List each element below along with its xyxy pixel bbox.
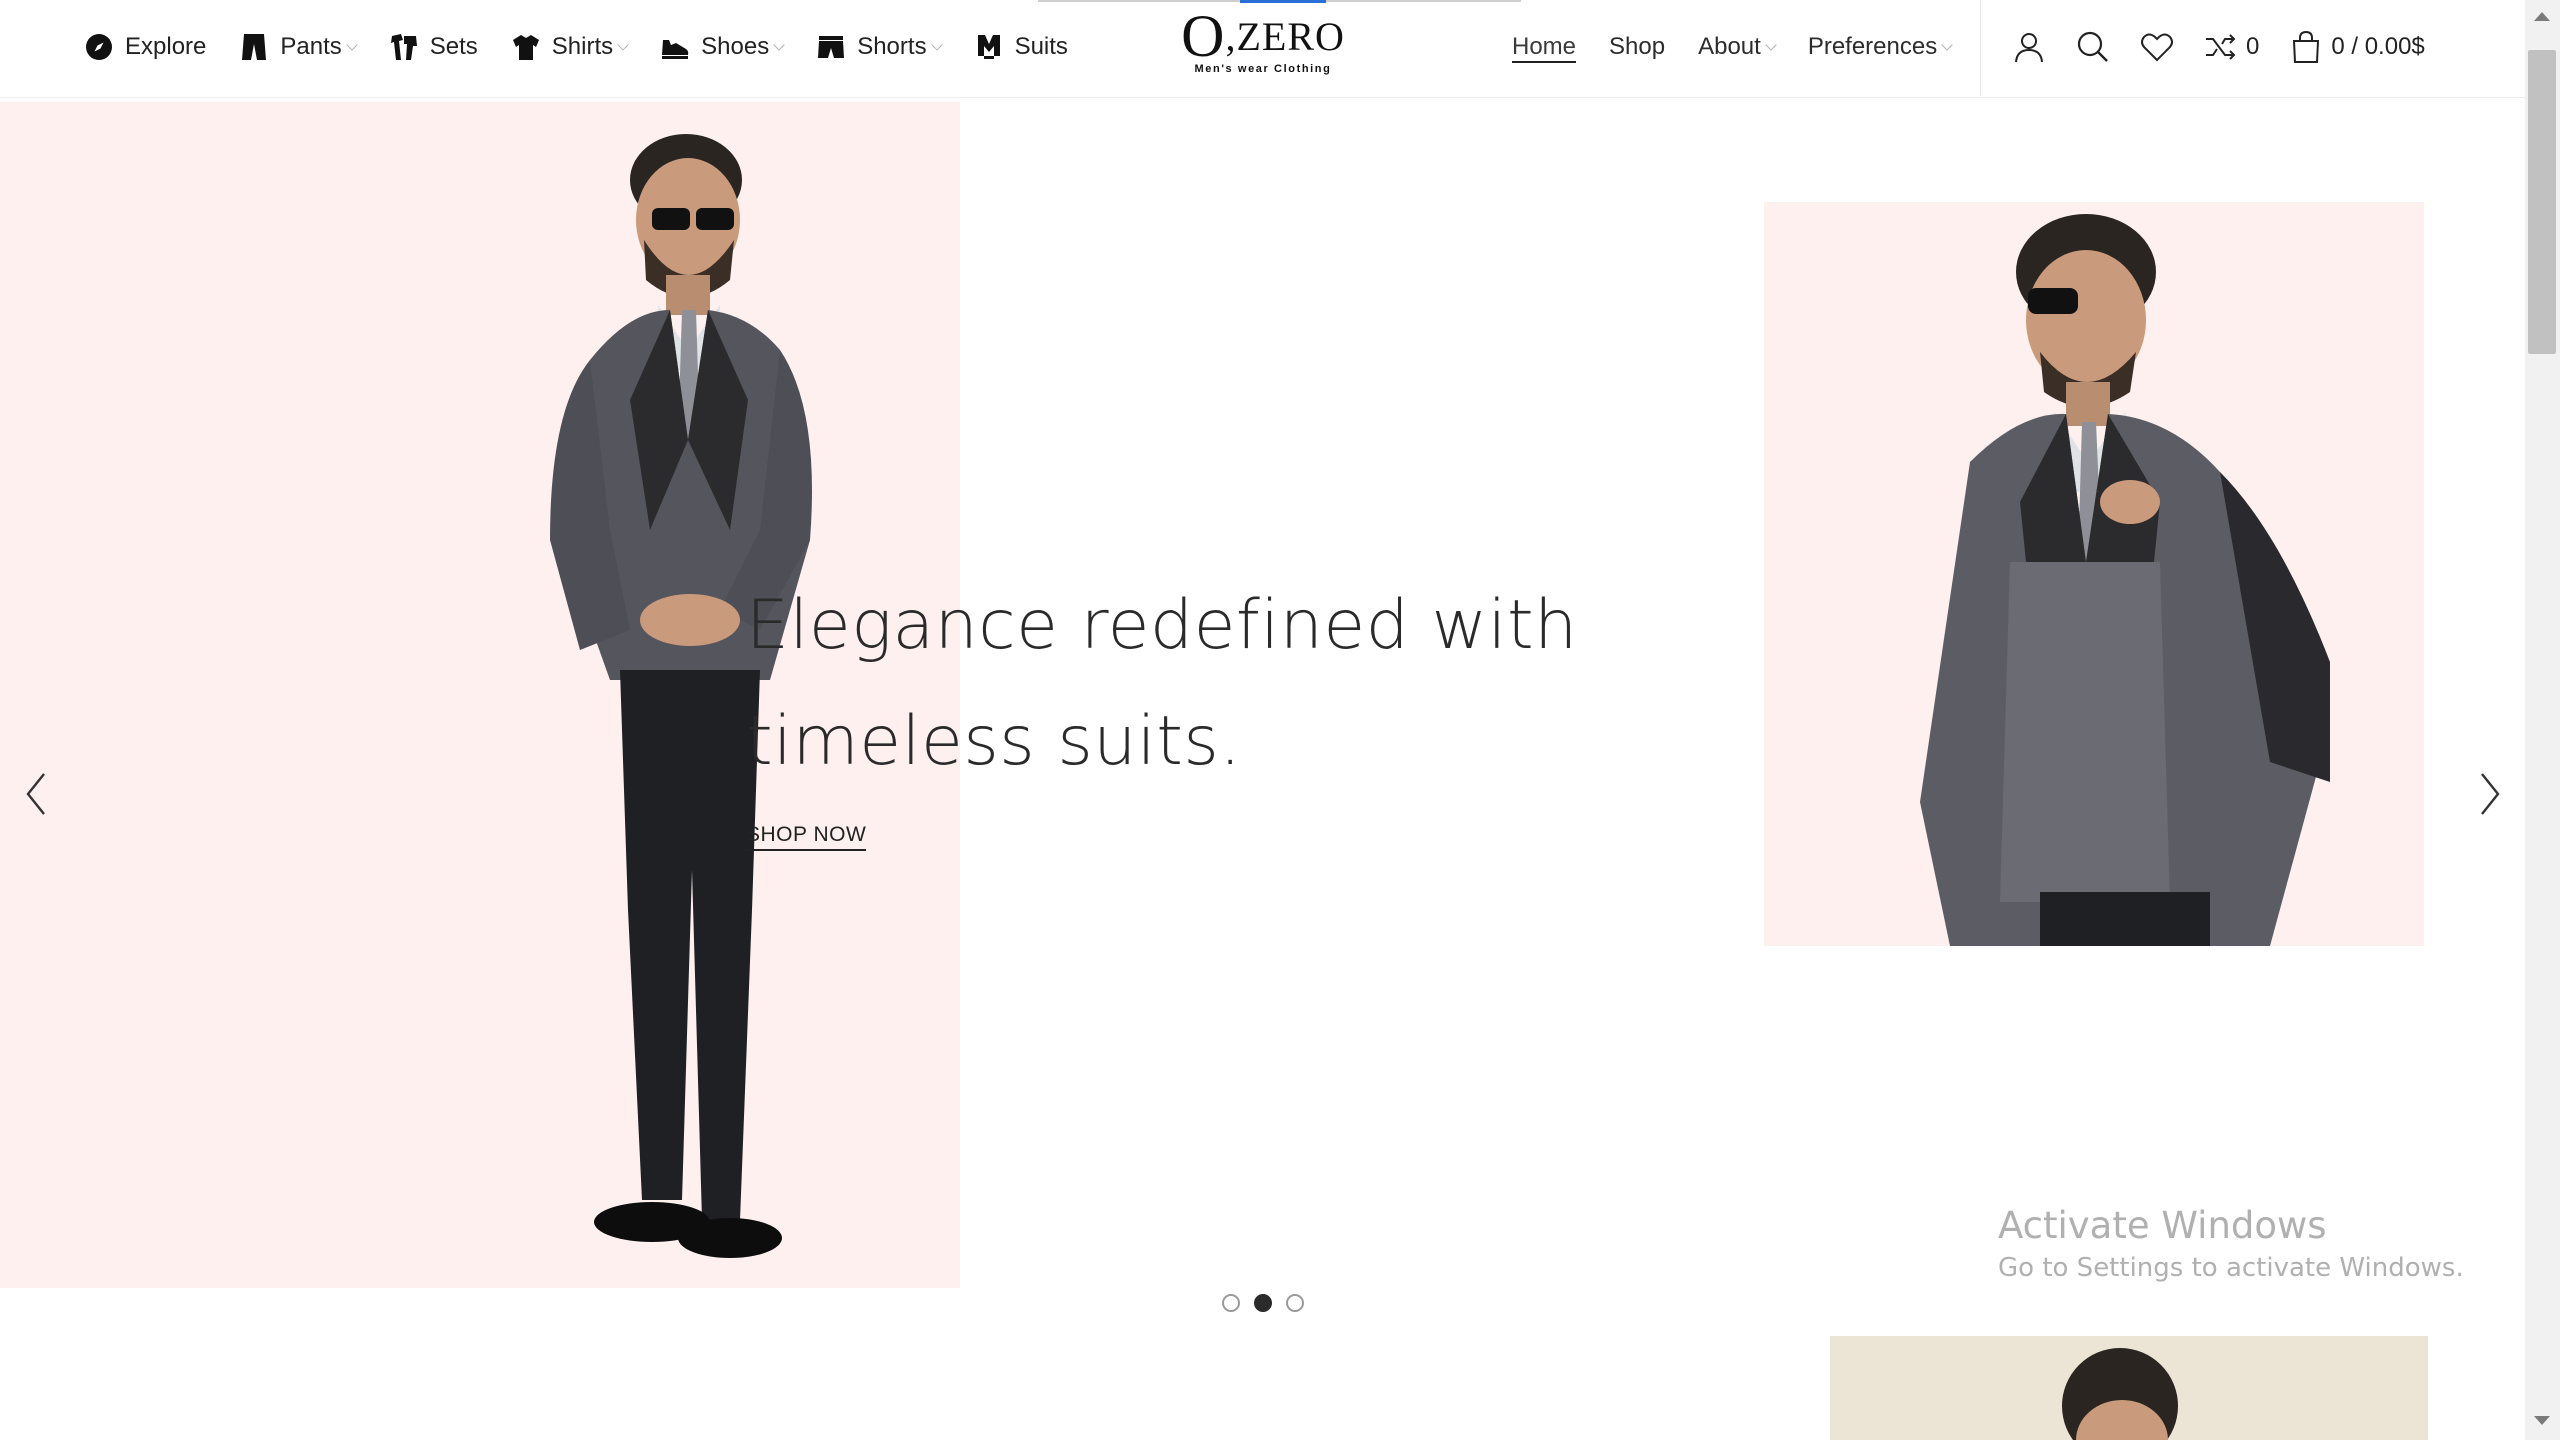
scroll-up-arrow-icon[interactable]: [2534, 12, 2550, 21]
category-label: Shorts: [857, 33, 927, 60]
hero-title-line-1: Elegance redefined with: [746, 586, 1578, 665]
page-load-progress: [1240, 0, 1326, 3]
chevron-left-icon: [26, 773, 45, 815]
compass-icon: [84, 32, 114, 62]
shirt-icon: [511, 32, 541, 62]
watermark-line-2: Go to Settings to activate Windows.: [1998, 1253, 2464, 1283]
slider-dot-2[interactable]: [1254, 1294, 1272, 1312]
nav-preferences-label: Preferences: [1807, 33, 1938, 60]
chevron-down-icon: [617, 39, 629, 51]
slider-pagination: [1222, 1294, 1304, 1312]
category-label: Shirts: [551, 33, 614, 60]
category-sets[interactable]: Sets: [389, 0, 478, 94]
model-image-promo: [2062, 1348, 2178, 1440]
category-shorts[interactable]: Shorts: [816, 0, 943, 94]
chevron-down-icon: [346, 39, 358, 51]
category-label: Suits: [1014, 33, 1068, 60]
nav-home-label: Home: [1512, 33, 1577, 60]
slider-prev-button[interactable]: [18, 766, 58, 822]
sets-icon: [389, 32, 419, 62]
search-icon: [2077, 31, 2108, 62]
shuffle-icon: [2206, 34, 2236, 60]
compare-button[interactable]: 0: [2204, 30, 2259, 64]
category-shirts[interactable]: Shirts: [511, 0, 629, 94]
slider-dot-3[interactable]: [1286, 1294, 1304, 1312]
suit-icon: [974, 32, 1004, 62]
shorts-icon: [816, 32, 846, 62]
windows-activation-watermark: Activate Windows Go to Settings to activ…: [1998, 1204, 2464, 1283]
shop-now-link[interactable]: SHOP NOW: [746, 823, 867, 851]
main-nav: Home Shop About Preferences: [1512, 0, 1984, 94]
category-label: Explore: [125, 33, 207, 60]
hero-title: Elegance redefined with timeless suits.: [746, 568, 1646, 800]
wishlist-button[interactable]: [2140, 30, 2174, 64]
promo-banner-thumbnail[interactable]: [1830, 1336, 2428, 1440]
category-pants[interactable]: Pants: [239, 0, 358, 94]
chevron-down-icon: [1941, 39, 1953, 51]
nav-shop-label: Shop: [1609, 33, 1666, 60]
hero-slider: Elegance redefined with timeless suits. …: [0, 98, 2525, 1288]
header-tools: 0 0 / 0.00$: [2012, 0, 2455, 94]
slider-next-button[interactable]: [2468, 766, 2508, 822]
cart-summary: 0 / 0.00$: [2331, 33, 2425, 60]
nav-preferences[interactable]: Preferences: [1807, 0, 1953, 94]
chevron-down-icon: [930, 39, 943, 51]
scrollbar-thumb[interactable]: [2528, 50, 2556, 354]
category-explore[interactable]: Explore: [84, 0, 206, 94]
pants-icon: [239, 32, 269, 62]
cart-button[interactable]: 0 / 0.00$: [2289, 30, 2425, 64]
nav-about[interactable]: About: [1698, 0, 1777, 94]
category-nav: Explore Pants Sets Shirts Shoes Shorts S…: [84, 0, 1101, 94]
chevron-right-icon: [2481, 773, 2500, 815]
site-logo[interactable]: O,ZERO Men's wear Clothing: [1180, 6, 1346, 88]
logo-mark: O,ZERO: [1181, 3, 1345, 69]
nav-shop[interactable]: Shop: [1609, 0, 1665, 94]
watermark-line-1: Activate Windows: [1998, 1204, 2327, 1247]
chevron-down-icon: [773, 39, 785, 51]
logo-tagline: Men's wear Clothing: [1194, 63, 1332, 75]
chevron-down-icon: [1765, 39, 1777, 51]
header-divider: [1980, 0, 1981, 96]
site-header: Explore Pants Sets Shirts Shoes Shorts S…: [0, 0, 2525, 98]
compare-count: 0: [2246, 33, 2260, 60]
scroll-down-arrow-icon[interactable]: [2534, 1416, 2550, 1425]
category-suits[interactable]: Suits: [974, 0, 1068, 94]
category-label: Pants: [280, 33, 342, 60]
hero-title-line-2: timeless suits.: [746, 702, 1242, 781]
category-label: Shoes: [701, 33, 770, 60]
search-button[interactable]: [2076, 30, 2110, 64]
heart-icon: [2141, 33, 2173, 62]
account-button[interactable]: [2012, 30, 2046, 64]
category-label: Sets: [429, 33, 478, 60]
category-shoes[interactable]: Shoes: [660, 0, 785, 94]
model-image-half-suit: [1920, 214, 2330, 946]
nav-home[interactable]: Home: [1512, 0, 1577, 94]
nav-about-label: About: [1698, 33, 1761, 60]
slider-dot-1[interactable]: [1222, 1294, 1240, 1312]
shopping-bag-icon: [2293, 30, 2320, 63]
shoe-icon: [660, 32, 690, 62]
user-icon: [2015, 33, 2043, 63]
